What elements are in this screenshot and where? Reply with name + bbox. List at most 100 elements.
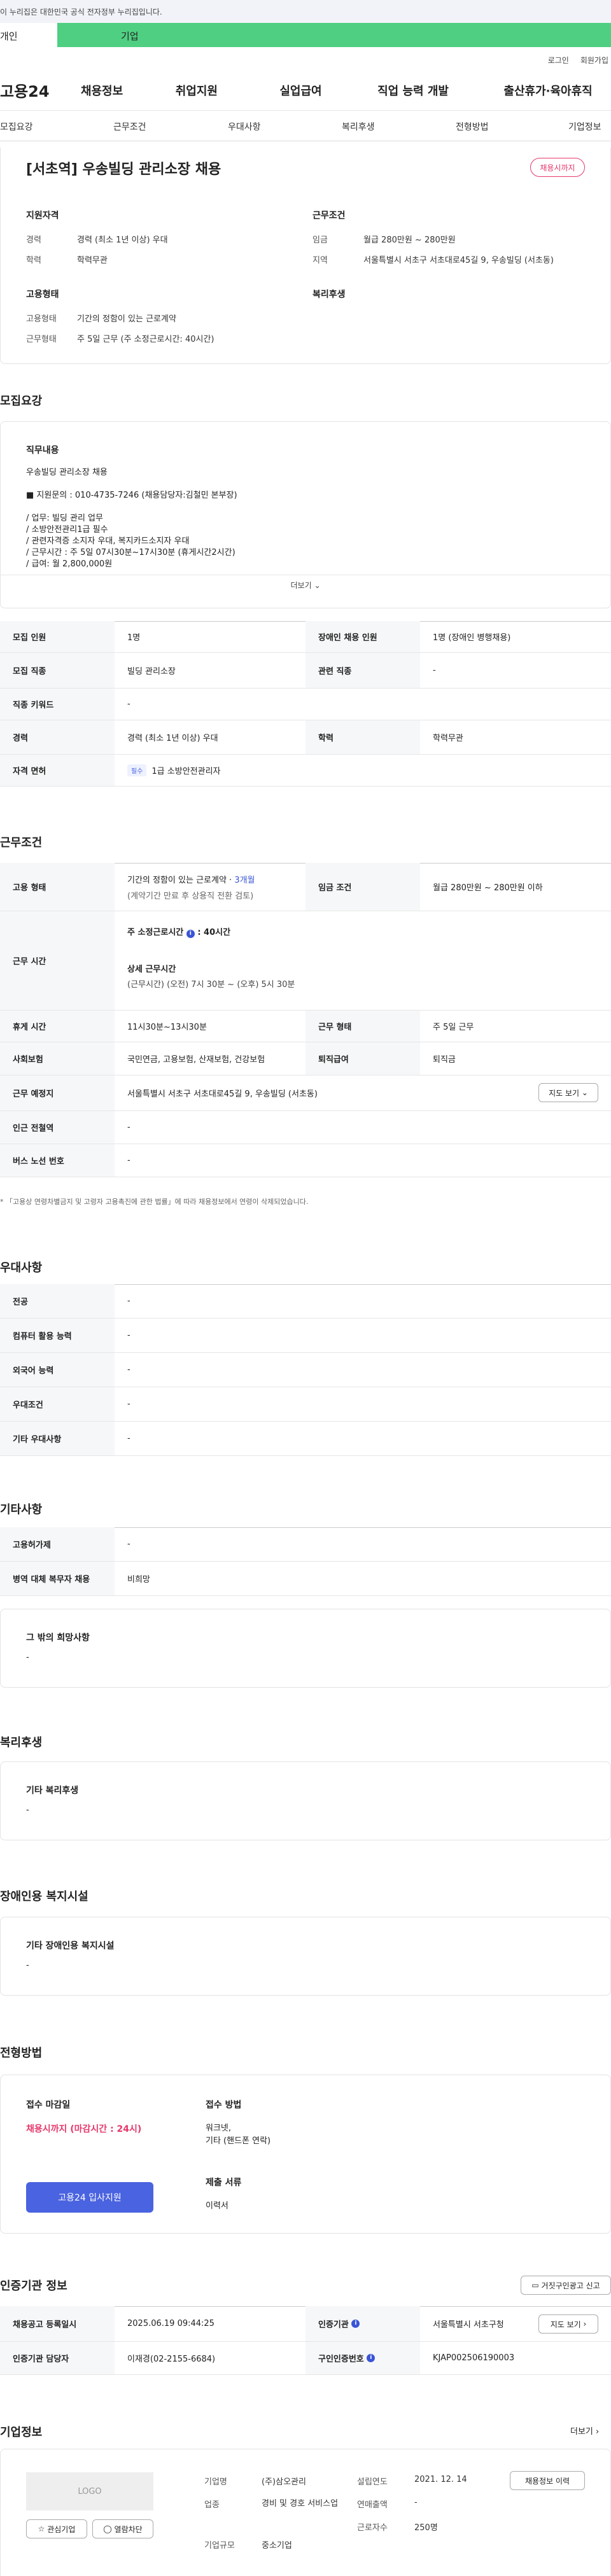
row-label: 경력	[0, 720, 115, 754]
row-label: 구인인증번호 i	[306, 2342, 420, 2374]
favorite-company-button[interactable]: ☆ 관심기업	[26, 2519, 87, 2538]
row-value: 경력 (최소 1년 이상) 우대	[127, 734, 218, 743]
table-row: 인증기관 담당자 이재경(02-2155-6684) 구인인증번호 i KJAP…	[0, 2342, 611, 2375]
qual-title: 지원자격	[26, 211, 59, 221]
table-row: 휴게 시간 11시30분~13시30분 근무 형태 주 5일 근무	[0, 1011, 611, 1042]
company-info-value: -	[414, 2498, 418, 2507]
qual-edu-value: 학력무관	[77, 256, 108, 265]
gnb-training[interactable]: 직업 능력 개발	[377, 82, 503, 99]
qual-career-label: 경력	[26, 235, 41, 245]
snb-work[interactable]: 근무조건	[113, 120, 146, 133]
table-row: 사회보험 국민연금, 고용보험, 산재보험, 건강보험 퇴직급여 퇴직금	[0, 1042, 611, 1075]
row-label: 인증기관 i	[306, 2306, 420, 2341]
company-info-label: 기업명	[204, 2477, 227, 2487]
row-label: 근무 예정지	[0, 1075, 115, 1110]
company-heading: 기업정보	[0, 2426, 43, 2439]
global-nav: 고용24 채용정보 취업지원 실업급여 직업 능력 개발 출산휴가·육아휴직	[0, 70, 611, 111]
gov-banner: 이 누리집은 대한민국 공식 전자정부 누리집입니다.	[0, 0, 611, 23]
cond-wage-value: 월급 280만원 ~ 280만원	[363, 235, 456, 245]
row-value: 비희망	[127, 1575, 150, 1585]
row-label: 고용 형태	[0, 863, 115, 911]
table-row: 모집 인원 1명 장애인 채용 인원 1명 (장애인 병행채용)	[0, 621, 611, 653]
gnb-parental-leave[interactable]: 출산휴가·육아휴직	[503, 82, 611, 99]
emp-form-label: 근무형태	[26, 335, 57, 344]
row-label: 모집 인원	[0, 621, 115, 652]
block-view-button[interactable]: ◯ 열람차단	[92, 2519, 153, 2538]
job-desc-card: 직무내용 우송빌딩 관리소장 채용 ■ 지원문의 : 010-4735-7246…	[0, 421, 611, 608]
snb-process[interactable]: 전형방법	[456, 120, 489, 133]
emp-value: 기간의 정함이 있는 근로계약 ·	[127, 875, 232, 885]
row-label: 근무 형태	[306, 1011, 420, 1042]
row-value: -	[127, 1434, 130, 1443]
tab-personal[interactable]: 개인	[0, 23, 57, 47]
prefer-heading: 우대사항	[0, 1261, 43, 1275]
table-row: 모집 직종 빌딩 관리소장 관련 직종 -	[0, 653, 611, 689]
tab-company[interactable]: 기업	[57, 23, 611, 47]
row-label: 근무 시간	[0, 911, 115, 1010]
row-value: 빌딩 관리소장	[127, 667, 176, 676]
row-value: -	[127, 1331, 130, 1340]
table-row: 인근 전철역 -	[0, 1111, 611, 1144]
row-value: 필수 1급 소방안전관리자	[115, 755, 611, 786]
info-icon[interactable]: i	[367, 2354, 376, 2362]
row-label: 자격 면허	[0, 755, 115, 786]
method-value-2: 기타 (핸드폰 연락)	[206, 2136, 271, 2146]
info-icon[interactable]: i	[351, 2320, 360, 2328]
company-more-link[interactable]: 더보기 ›	[570, 2425, 599, 2437]
row-label: 기타 우대사항	[0, 1422, 115, 1455]
site-logo[interactable]: 고용24	[0, 79, 81, 101]
chevron-right-icon: ›	[596, 2427, 600, 2437]
table-row: 기타 우대사항 -	[0, 1422, 611, 1456]
cond-region-label: 지역	[313, 256, 328, 265]
row-value: -	[127, 1123, 130, 1132]
row-label: 고용허가제	[0, 1527, 115, 1561]
cert-map-button[interactable]: 지도 보기 ›	[538, 2314, 598, 2334]
table-row: 우대조건 -	[0, 1387, 611, 1422]
gnb-unemployment[interactable]: 실업급여	[279, 82, 377, 99]
emp-note: (계약기간 만료 후 상용직 전환 검토)	[127, 891, 254, 901]
other-wishes-title: 그 밖의 희망사항	[26, 1633, 90, 1643]
row-value: -	[127, 1399, 130, 1409]
row-label: 채용공고 등록일시	[0, 2306, 115, 2341]
table-row: 경력 경력 (최소 1년 이상) 우대 학력 학력무관	[0, 720, 611, 755]
job-desc-line: / 관련자격증 소지자 우대, 복지카드소지자 우대	[26, 536, 190, 546]
job-desc-line: / 소방안전관리1급 필수	[26, 525, 108, 535]
apply-button[interactable]: 고용24 입사지원	[26, 2182, 153, 2213]
chevron-down-icon: ⌄	[581, 1088, 588, 1097]
more-button[interactable]: 더보기 ⌄	[1, 580, 610, 591]
job-desc-title: 직무내용	[26, 445, 59, 456]
map-button[interactable]: 지도 보기 ⌄	[538, 1083, 598, 1102]
row-value: 1명 (장애인 병행채용)	[433, 633, 511, 643]
table-row: 외국어 능력 -	[0, 1353, 611, 1387]
snb-company[interactable]: 기업정보	[568, 120, 601, 133]
cond-region-value: 서울특별시 서초구 서초대로45길 9, 우송빌딩 (서초동)	[363, 256, 554, 265]
report-fake-ad-button[interactable]: ▭ 거짓구인광고 신고	[521, 2276, 611, 2295]
chevron-down-icon: ⌄	[314, 581, 321, 590]
deadline-badge: 채용시까지	[530, 158, 585, 177]
docs-label: 제출 서류	[206, 2178, 242, 2188]
row-value: 월급 280만원 ~ 280만원 이하	[433, 883, 543, 893]
top-links: 로그인 회원가입	[0, 47, 611, 70]
job-desc-line: / 업무: 빌딩 관리 업무	[26, 514, 103, 523]
company-info-label: 업종	[204, 2500, 220, 2510]
snb-recruit[interactable]: 모집요강	[0, 120, 33, 133]
job-title: [서초역] 우송빌딩 관리소장 채용	[26, 162, 221, 178]
gnb-employment-support[interactable]: 취업지원	[176, 82, 280, 99]
recruit-heading: 모집요강	[0, 395, 43, 408]
gnb-jobs[interactable]: 채용정보	[81, 82, 176, 99]
section-nav: 모집요강 근무조건 우대사항 복리후생 전형방법 기업정보	[0, 111, 611, 141]
snb-prefer[interactable]: 우대사항	[228, 120, 261, 133]
signup-link[interactable]: 회원가입	[580, 55, 608, 70]
hiring-history-button[interactable]: 채용정보 이력	[510, 2471, 585, 2490]
work-time-title: 주 소정근로시간 i : 40시간	[127, 928, 231, 938]
user-type-tabs: 개인 기업	[0, 23, 611, 47]
table-row: 컴퓨터 활용 능력 -	[0, 1319, 611, 1353]
login-link[interactable]: 로그인	[548, 55, 569, 70]
age-footnote: * 「고용상 연령차별금지 및 고령자 고용촉진에 관한 법률」에 따라 채용정…	[0, 1198, 309, 1206]
emp-type-value: 기간의 정함이 있는 근로계약	[77, 314, 176, 324]
deadline-label: 접수 마감일	[26, 2100, 71, 2110]
row-label: 임금 조건	[306, 863, 420, 911]
info-icon[interactable]: i	[186, 930, 195, 938]
snb-welfare[interactable]: 복리후생	[342, 120, 375, 133]
row-label: 관련 직종	[306, 653, 420, 688]
